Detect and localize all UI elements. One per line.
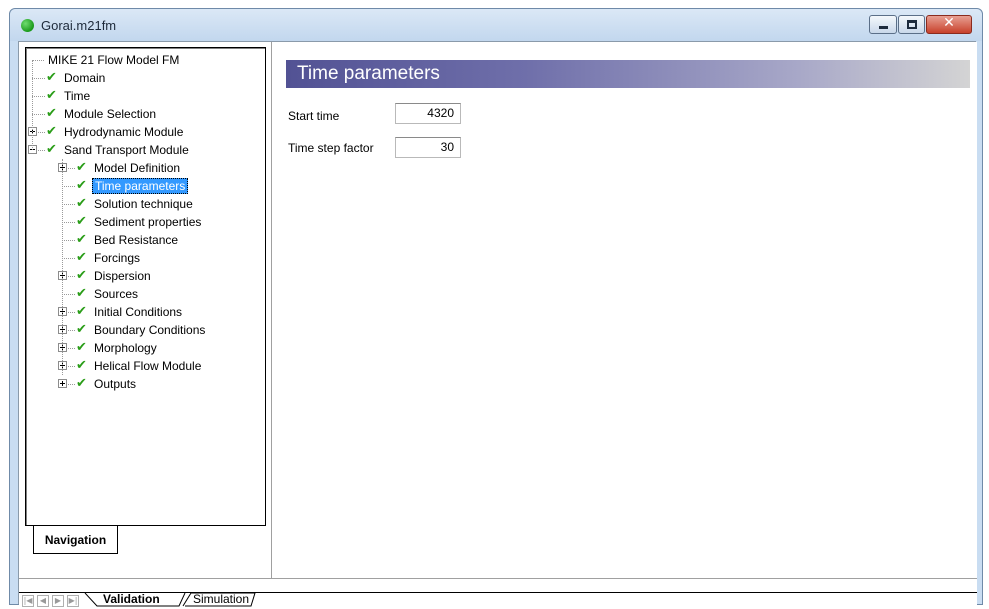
- page-title: Time parameters: [297, 63, 440, 84]
- tree-item-label: Outputs: [94, 377, 137, 391]
- tree-item-label: Boundary Conditions: [94, 323, 206, 337]
- tab-navigation[interactable]: Navigation: [33, 526, 118, 554]
- tree-connector: [62, 204, 75, 205]
- tree-item-label: Module Selection: [64, 107, 157, 121]
- checkmark-icon: ✔: [76, 340, 87, 355]
- checkmark-icon: ✔: [76, 160, 87, 175]
- checkmark-icon: ✔: [76, 358, 87, 373]
- tree-item-label: Sand Transport Module: [64, 143, 189, 157]
- tree-connector: [62, 240, 75, 241]
- tree-item[interactable]: ✔ Outputs: [26, 375, 264, 393]
- tree-connector: [62, 186, 75, 187]
- tree-item-label: Time parameters: [92, 178, 189, 194]
- tree-item[interactable]: ✔ Domain: [26, 69, 264, 87]
- title-bar[interactable]: Gorai.m21fm ✕: [10, 9, 982, 41]
- tab-validation[interactable]: Validation: [103, 593, 160, 607]
- tree-item[interactable]: ✔ Hydrodynamic Module: [26, 123, 264, 141]
- tree-item-label: Hydrodynamic Module: [64, 125, 184, 139]
- checkmark-icon: ✔: [76, 322, 87, 337]
- checkmark-icon: ✔: [46, 124, 57, 139]
- tree-item[interactable]: ✔ Module Selection: [26, 105, 264, 123]
- tree-item-label: Forcings: [94, 251, 141, 265]
- minimize-button[interactable]: [869, 15, 897, 34]
- checkmark-icon: ✔: [46, 88, 57, 103]
- tree-item-label: Helical Flow Module: [94, 359, 202, 373]
- maximize-button[interactable]: [898, 15, 925, 34]
- checkmark-icon: ✔: [76, 304, 87, 319]
- checkmark-icon: ✔: [76, 250, 87, 265]
- tree-connector: [62, 294, 75, 295]
- tree-connector: [32, 96, 45, 97]
- time-step-factor-input[interactable]: 30: [395, 137, 461, 158]
- navigation-panel: MIKE 21 Flow Model FM ✔ Domain ✔ Time ✔ Module…: [19, 42, 272, 578]
- navigation-tree[interactable]: MIKE 21 Flow Model FM ✔ Domain ✔ Time ✔ Module…: [25, 47, 266, 526]
- start-time-label: Start time: [288, 109, 340, 123]
- checkmark-icon: ✔: [76, 178, 87, 193]
- checkmark-icon: ✔: [46, 106, 57, 121]
- tree-connector: [32, 114, 45, 115]
- checkmark-icon: ✔: [46, 70, 57, 85]
- checkmark-icon: ✔: [76, 214, 87, 229]
- maximize-icon: [907, 20, 917, 29]
- tree-item-label: Dispersion: [94, 269, 151, 283]
- tree-item-label: Model Definition: [94, 161, 181, 175]
- tree-connector: [62, 222, 75, 223]
- tree-item-label: Time: [64, 89, 91, 103]
- time-step-factor-label: Time step factor: [288, 141, 374, 155]
- tab-simulation[interactable]: Simulation: [193, 593, 249, 607]
- tree-connector: [62, 159, 63, 375]
- client-area: MIKE 21 Flow Model FM ✔ Domain ✔ Time ✔ Module…: [18, 41, 977, 607]
- checkmark-icon: ✔: [76, 232, 87, 247]
- tree-item[interactable]: MIKE 21 Flow Model FM: [26, 51, 264, 69]
- tree-item-label: Sources: [94, 287, 139, 301]
- close-button[interactable]: ✕: [926, 15, 972, 34]
- checkmark-icon: ✔: [76, 196, 87, 211]
- tree-connector: [32, 78, 45, 79]
- tab-navigation-label: Navigation: [44, 533, 107, 547]
- bottom-tab-bar: |◀ ◀ ▶ ▶| Validation Simulation: [19, 592, 977, 607]
- section-header: Time parameters: [286, 60, 970, 88]
- tree-item-label: Morphology: [94, 341, 157, 355]
- last-tab-arrow-icon[interactable]: ▶|: [67, 595, 79, 607]
- close-icon: ✕: [943, 15, 955, 31]
- start-time-input[interactable]: 4320: [395, 103, 461, 124]
- expand-icon[interactable]: [58, 379, 67, 388]
- next-tab-arrow-icon[interactable]: ▶: [52, 595, 64, 607]
- checkmark-icon: ✔: [76, 376, 87, 391]
- checkmark-icon: ✔: [76, 268, 87, 283]
- first-tab-arrow-icon[interactable]: |◀: [22, 595, 34, 607]
- tree-item-label: Domain: [64, 71, 106, 85]
- window-title: Gorai.m21fm: [41, 18, 117, 33]
- tree-connector: [32, 60, 33, 150]
- checkmark-icon: ✔: [46, 142, 57, 157]
- tree-connector: [62, 258, 75, 259]
- tree-connector: [32, 60, 44, 61]
- content-panel: Time parameters Start time 4320 Time ste…: [277, 42, 977, 578]
- prev-tab-arrow-icon[interactable]: ◀: [37, 595, 49, 607]
- app-icon: [21, 19, 34, 32]
- tree-item[interactable]: ✔ Time: [26, 87, 264, 105]
- tree-item-label: Sediment properties: [94, 215, 202, 229]
- minimize-icon: [879, 26, 888, 29]
- tree-item-label: Bed Resistance: [94, 233, 179, 247]
- tree-item-label: Solution technique: [94, 197, 193, 211]
- app-window: Gorai.m21fm ✕ MIKE 21 Flow Model FM ✔ Doma…: [9, 8, 983, 607]
- checkmark-icon: ✔: [76, 286, 87, 301]
- tree-item-label: MIKE 21 Flow Model FM: [48, 53, 180, 67]
- bottom-tab-area: |◀ ◀ ▶ ▶| Validation Simulation: [19, 578, 977, 607]
- tree-item[interactable]: ✔ Sand Transport Module: [26, 141, 264, 159]
- tree-item-label: Initial Conditions: [94, 305, 183, 319]
